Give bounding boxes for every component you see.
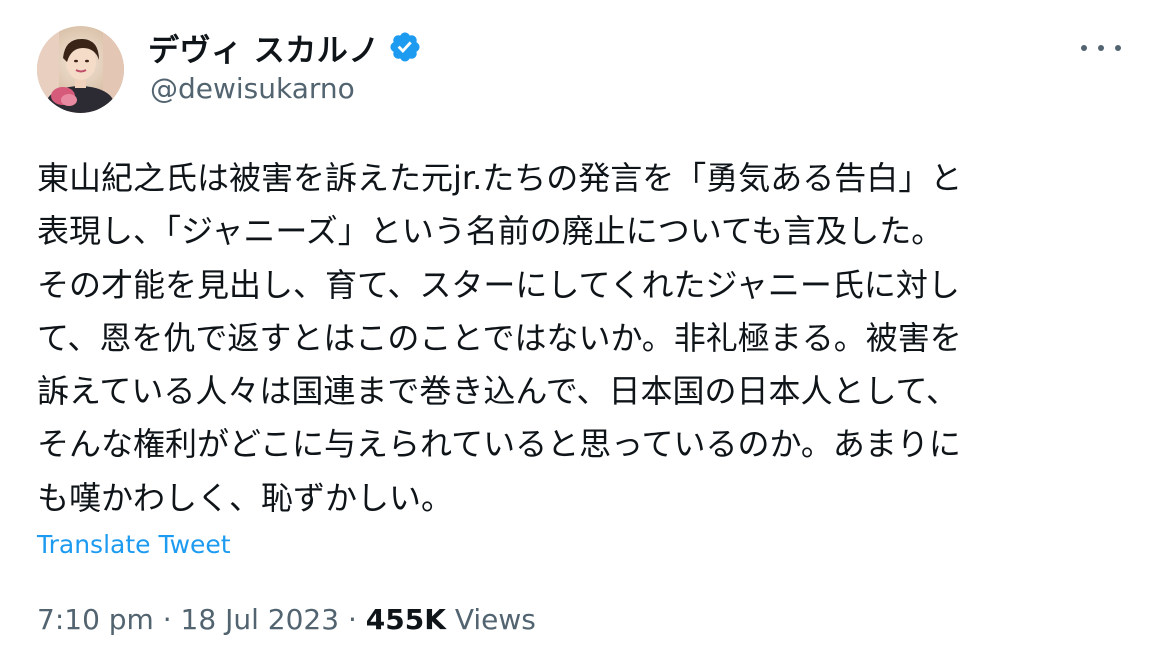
verified-badge-icon bbox=[388, 30, 422, 64]
tweet-time[interactable]: 7:10 pm bbox=[37, 603, 154, 636]
translate-tweet-link[interactable]: Translate Tweet bbox=[37, 530, 231, 559]
tweet-text: 東山紀之氏は被害を訴えた元jr.たちの発言を「勇気ある告白」と 表現し、「ジャニ… bbox=[37, 152, 1127, 525]
more-dot bbox=[1115, 45, 1121, 51]
profile-photo-image bbox=[37, 26, 124, 113]
tweet-text-line: て、恩を仇で返すとはこのことではないか。非礼極まる。被害を bbox=[37, 318, 962, 357]
meta-separator: · bbox=[162, 603, 172, 636]
display-name[interactable]: デヴィ スカルノ bbox=[148, 25, 380, 70]
tweet-text-line: 表現し、「ジャニーズ」という名前の廃止についても言及した。 bbox=[37, 212, 944, 251]
views-count: 455K bbox=[365, 603, 446, 636]
more-dot bbox=[1081, 45, 1087, 51]
tweet-text-line: そんな権利がどこに与えられていると思っているのか。あまりに bbox=[37, 425, 961, 464]
tweet-text-line: 訴えている人々は国連まで巻き込んで、日本国の日本人として、 bbox=[37, 372, 958, 411]
tweet-text-line: も嘆かわしく、恥ずかしい。 bbox=[37, 478, 454, 517]
avatar[interactable] bbox=[37, 26, 124, 113]
author-name-row: デヴィ スカルノ bbox=[148, 25, 422, 70]
tweet-text-line: 東山紀之氏は被害を訴えた元jr.たちの発言を「勇気ある告白」と bbox=[37, 159, 963, 197]
meta-separator: · bbox=[347, 603, 357, 636]
tweet-card: デヴィ スカルノ @dewisukarno 東山紀之氏は被害を訴えた元jr.たち… bbox=[0, 0, 1158, 651]
views-label: Views bbox=[454, 603, 536, 636]
more-dot bbox=[1098, 45, 1104, 51]
more-options-icon[interactable] bbox=[1081, 36, 1121, 60]
tweet-text-line: その才能を見出し、育て、スターにしてくれたジャニー氏に対し bbox=[37, 265, 960, 304]
tweet-meta: 7:10 pm · 18 Jul 2023 · 455K Views bbox=[37, 603, 536, 636]
user-handle[interactable]: @dewisukarno bbox=[150, 72, 355, 105]
tweet-date[interactable]: 18 Jul 2023 bbox=[181, 603, 339, 636]
